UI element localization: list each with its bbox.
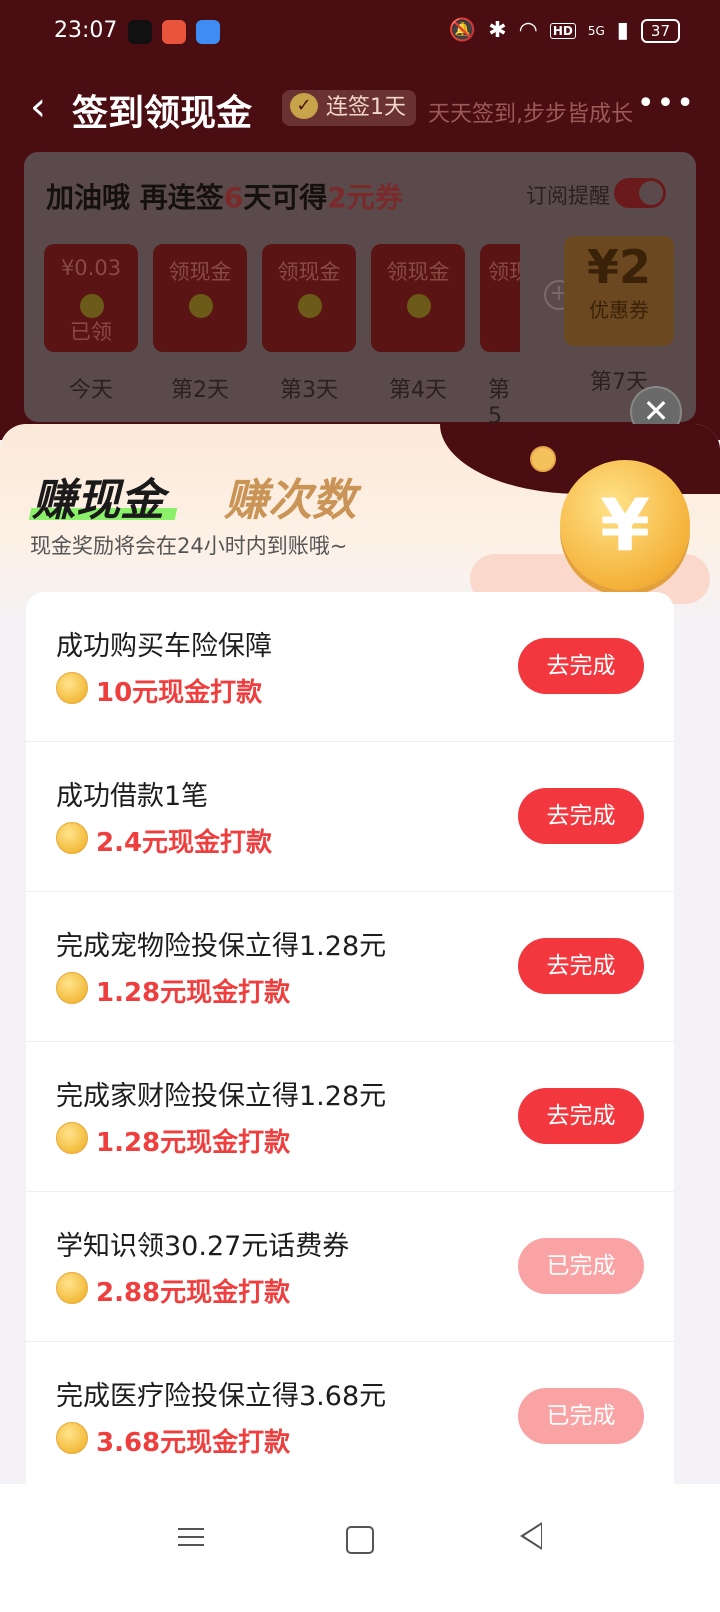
signal-label: 5G <box>587 23 605 38</box>
red-envelope: ¥0.03 已领 <box>44 244 138 352</box>
red-envelope: 领现金 <box>153 244 247 352</box>
task-reward: 2.88元现金打款 <box>96 1278 291 1308</box>
small-coin-icon <box>530 446 556 472</box>
home-icon[interactable] <box>346 1526 374 1554</box>
hd-badge: HD <box>549 22 576 39</box>
mute-icon: 🔕 <box>448 18 477 43</box>
battery-indicator: 37 <box>640 18 680 43</box>
coupon-card[interactable]: ¥2 优惠券 <box>564 236 674 346</box>
task-row: 成功购买车险保障 10元现金打款 去完成 <box>26 592 674 742</box>
task-title: 完成医疗险投保立得3.68元 <box>56 1381 387 1412</box>
go-complete-button[interactable]: 去完成 <box>518 638 644 694</box>
envelope-status: 已领 <box>70 320 112 344</box>
envelope-label: 领现金 <box>386 260 450 284</box>
envelope-amount: ¥0.03 <box>60 256 122 280</box>
coin-icon <box>56 822 88 854</box>
tab-earn-cash[interactable]: 赚现金 <box>32 464 164 528</box>
task-row: 完成家财险投保立得1.28元 1.28元现金打款 去完成 <box>26 1042 674 1192</box>
day-card-3[interactable]: 领现金 第3天 <box>262 244 356 404</box>
subscribe-label: 订阅提醒 <box>526 184 610 208</box>
wifi-icon: ◠ <box>518 18 538 43</box>
day-card-5[interactable]: 领现 第5 <box>480 244 520 429</box>
back-nav-icon[interactable] <box>520 1522 542 1550</box>
go-complete-button[interactable]: 去完成 <box>518 1088 644 1144</box>
envelope-label: 领现 <box>488 260 520 284</box>
checkin-headline: 加油哦 再连签6天可得2元券 <box>46 176 403 216</box>
check-icon: ✓ <box>290 93 318 119</box>
day-card-4[interactable]: 领现金 第4天 <box>371 244 465 404</box>
task-sheet: ¥ 赚现金 赚次数 现金奖励将会在24小时内到账哦~ 成功购买车险保障 10元现… <box>0 424 720 1484</box>
red-envelope: 领现金 <box>371 244 465 352</box>
task-row: 成功借款1笔 2.4元现金打款 去完成 <box>26 742 674 892</box>
day-label: 第4天 <box>389 378 447 403</box>
coin-icon <box>56 1272 88 1304</box>
streak-badge: ✓ 连签1天 <box>282 90 416 126</box>
coin-icon <box>298 294 322 318</box>
task-reward: 3.68元现金打款 <box>96 1428 291 1458</box>
task-row: 完成医疗险投保立得3.68元 3.68元现金打款 已完成 <box>26 1342 674 1484</box>
checkin-card: 加油哦 再连签6天可得2元券 订阅提醒 ¥0.03 已领 今天 领现金 第2天 … <box>24 152 696 429</box>
recents-icon[interactable] <box>178 1522 204 1552</box>
days-left: 6 <box>223 181 244 214</box>
task-title: 成功购买车险保障 <box>56 631 272 662</box>
task-title: 成功借款1笔 <box>56 781 209 812</box>
go-complete-button[interactable]: 去完成 <box>518 938 644 994</box>
coin-icon <box>56 672 88 704</box>
back-icon[interactable]: ‹ <box>30 84 46 130</box>
subscribe-toggle[interactable] <box>614 178 666 208</box>
weather-icon <box>196 20 220 44</box>
coin-icon <box>56 1422 88 1454</box>
completed-button[interactable]: 已完成 <box>518 1238 644 1294</box>
task-reward: 1.28元现金打款 <box>96 1128 291 1158</box>
coin-icon <box>80 294 104 318</box>
red-envelope: 领现 <box>480 244 520 352</box>
task-title: 学知识领30.27元话费券 <box>56 1231 350 1262</box>
status-time: 23:07 <box>54 18 118 43</box>
day-card-2[interactable]: 领现金 第2天 <box>153 244 247 404</box>
task-reward: 1.28元现金打款 <box>96 978 291 1008</box>
signal-icon: ▮ <box>616 18 629 43</box>
more-icon[interactable]: ••• <box>637 86 696 121</box>
tiktok-icon <box>128 20 152 44</box>
day-label: 今天 <box>68 378 113 403</box>
task-title: 完成家财险投保立得1.28元 <box>56 1081 387 1112</box>
red-envelope: 领现金 <box>262 244 356 352</box>
task-title: 完成宠物险投保立得1.28元 <box>56 931 387 962</box>
headline-reward: 2元券 <box>327 181 403 214</box>
app-icon <box>162 20 186 44</box>
coupon-amount: ¥2 <box>586 240 651 294</box>
coin-icon <box>56 972 88 1004</box>
status-bar: 23:07 🔕 ✱ ◠ HD 5G ▮ 37 <box>0 0 720 66</box>
day-label: 第5 <box>488 378 511 429</box>
completed-button[interactable]: 已完成 <box>518 1388 644 1444</box>
coin-icon <box>189 294 213 318</box>
coin-icon <box>56 1122 88 1154</box>
headline-mid: 天可得 <box>243 181 328 214</box>
task-row: 完成宠物险投保立得1.28元 1.28元现金打款 去完成 <box>26 892 674 1042</box>
day-label: 第3天 <box>280 378 338 403</box>
nav-bar: ‹ 签到领现金 ✓ 连签1天 天天签到,步步皆成长 ••• <box>0 78 720 138</box>
task-list: 成功购买车险保障 10元现金打款 去完成 成功借款1笔 2.4元现金打款 去完成… <box>26 592 674 1484</box>
system-nav-bar <box>0 1484 720 1612</box>
streak-label: 连签1天 <box>326 95 406 120</box>
task-reward: 10元现金打款 <box>96 678 263 708</box>
slogan: 天天签到,步步皆成长 <box>428 102 633 127</box>
task-row: 学知识领30.27元话费券 2.88元现金打款 已完成 <box>26 1192 674 1342</box>
envelope-label: 领现金 <box>277 260 341 284</box>
day-card-1[interactable]: ¥0.03 已领 今天 <box>44 244 138 404</box>
yuan-coin-icon: ¥ <box>560 460 690 590</box>
headline-prefix: 加油哦 再连签 <box>46 181 224 214</box>
envelope-label: 领现金 <box>168 260 232 284</box>
sheet-subtitle: 现金奖励将会在24小时内到账哦~ <box>30 534 348 558</box>
page-title: 签到领现金 <box>72 93 253 134</box>
day-label: 第2天 <box>171 378 229 403</box>
task-reward: 2.4元现金打款 <box>96 828 273 858</box>
go-complete-button[interactable]: 去完成 <box>518 788 644 844</box>
coupon-label: 优惠券 <box>589 298 649 322</box>
coin-icon <box>407 294 431 318</box>
tab-earn-times[interactable]: 赚次数 <box>224 464 356 528</box>
bluetooth-icon: ✱ <box>488 18 507 43</box>
